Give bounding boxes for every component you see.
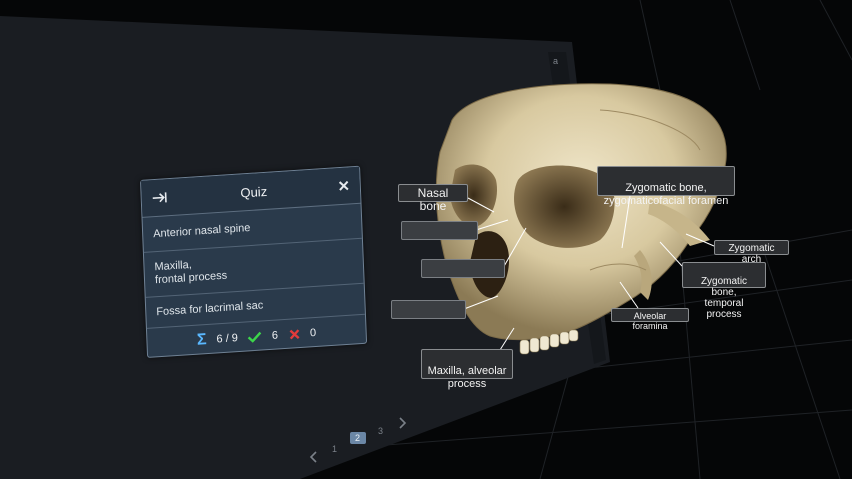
chevron-left-icon[interactable] bbox=[309, 451, 317, 463]
chevron-right-icon[interactable] bbox=[399, 417, 407, 429]
pager-page[interactable]: 1 bbox=[332, 444, 337, 454]
pager-page[interactable]: 3 bbox=[378, 426, 383, 436]
pager: 1 2 3 bbox=[309, 417, 407, 463]
pager-page-current[interactable]: 2 bbox=[355, 433, 360, 443]
